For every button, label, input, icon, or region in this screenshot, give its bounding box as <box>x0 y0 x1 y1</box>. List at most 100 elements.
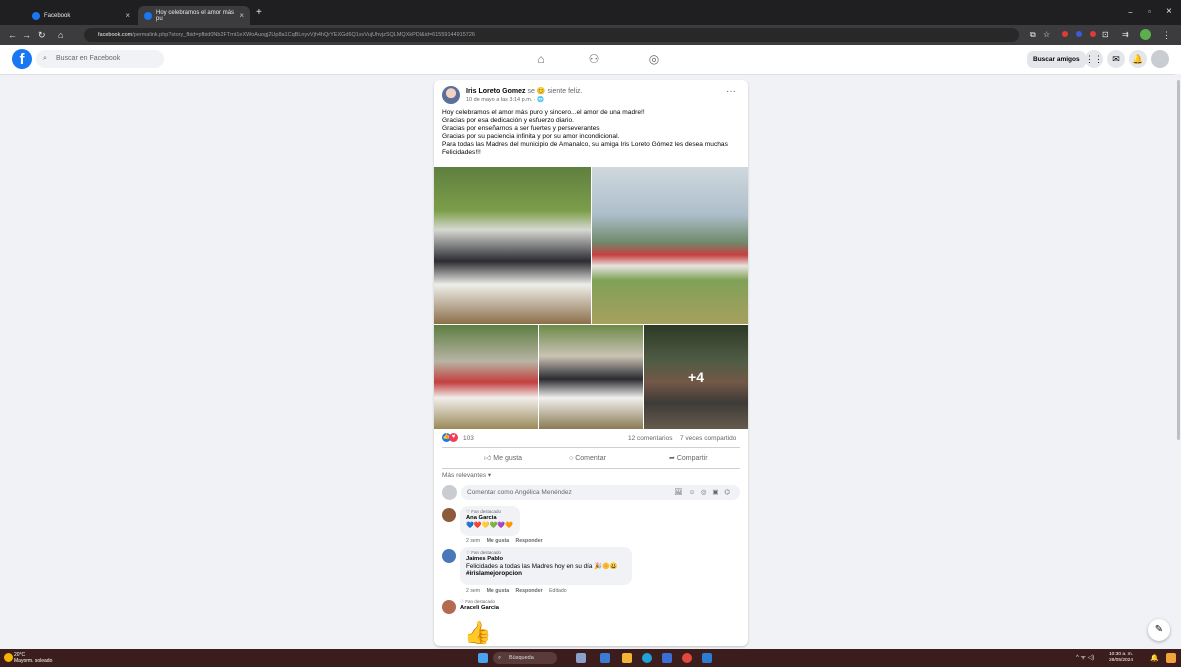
reaction-count[interactable]: 103 <box>463 435 474 442</box>
divider <box>442 447 740 448</box>
facebook-favicon-icon <box>32 11 40 20</box>
bookmark-star-icon[interactable]: ☆ <box>1043 29 1050 41</box>
browser-toolbar: ← → ↻ ⌂ facebook.com/permalink.php?story… <box>0 25 1181 45</box>
mail-icon[interactable] <box>702 653 712 663</box>
share-label: Compartir <box>676 455 708 462</box>
commenter-avatar[interactable] <box>442 508 456 522</box>
comment-input[interactable]: Comentar como Angélica Menéndez 🖼 ☺ ◎ ▣ … <box>461 485 740 500</box>
post-card: Iris Loreto Gomez se 😊 siente feliz. 10 … <box>434 80 748 646</box>
edge-browser-icon[interactable] <box>642 653 652 663</box>
chrome-browser-icon[interactable] <box>682 653 692 663</box>
extension-icon[interactable] <box>1062 31 1068 37</box>
reactions[interactable]: 👍♥ <box>442 433 458 442</box>
comment-reply-link[interactable]: Responder <box>516 588 543 594</box>
comment-button[interactable]: ○ Comentar <box>569 450 606 467</box>
minimize-button[interactable]: − <box>1128 8 1133 17</box>
post-photo-more[interactable]: +4 <box>644 325 748 429</box>
comment-hashtag[interactable]: #irislamejoropcion <box>466 570 626 577</box>
comment-like-link[interactable]: Me gusta <box>487 588 509 594</box>
comment-sort-dropdown[interactable]: Más relevantes ▾ <box>442 471 491 479</box>
notification-bell-icon[interactable]: 🔔 <box>1150 654 1159 662</box>
commenter-avatar[interactable] <box>442 600 456 614</box>
facebook-search-input[interactable]: ⌕ Buscar en Facebook <box>36 50 164 68</box>
shares-count[interactable]: 7 veces compartido <box>680 435 736 442</box>
post-photo[interactable] <box>539 325 643 429</box>
comment-bubble: ♡ Fan destacado Ana Garcia 💙❤️💛💚💜🧡 <box>460 506 520 536</box>
profile-avatar[interactable] <box>1140 29 1151 40</box>
widgets-icon[interactable] <box>576 653 586 663</box>
author-avatar[interactable] <box>442 86 460 104</box>
menu-dots-icon[interactable]: ⋮ <box>1162 29 1171 41</box>
address-bar[interactable]: facebook.com/permalink.php?story_fbid=pf… <box>84 28 1019 42</box>
comment-thumbs-up-sticker: 👍 <box>464 620 492 645</box>
comment-time[interactable]: 2 sem <box>466 588 480 594</box>
comment-bubble: ♡ Fan destacado Jaimes Pablo Felicidades… <box>460 547 632 585</box>
store-icon[interactable] <box>662 653 672 663</box>
system-tray[interactable]: ^ ᯤ ◁) <box>1076 653 1094 661</box>
facebook-header: f ⌕ Buscar en Facebook ⌂ ⚇ ◎ Buscar amig… <box>0 45 1181 75</box>
clock[interactable]: 10:30 a. m. 28/05/2024 <box>1109 652 1133 664</box>
forward-arrow-icon[interactable]: → <box>22 29 31 41</box>
media-control-icon[interactable]: ⇉ <box>1122 29 1129 41</box>
extension-icon[interactable] <box>1076 31 1082 37</box>
home-icon[interactable]: ⌂ <box>58 29 63 41</box>
copilot-icon[interactable] <box>1166 653 1176 663</box>
facebook-logo[interactable]: f <box>12 49 32 69</box>
comment-label: Comentar <box>575 455 606 462</box>
new-tab-button[interactable]: + <box>256 7 262 18</box>
extension-icon[interactable] <box>1090 31 1096 37</box>
post-options-button[interactable]: ··· <box>726 86 736 97</box>
comment-reply-link[interactable]: Responder <box>516 538 543 544</box>
post-feeling: se 😊 siente feliz. <box>527 88 583 95</box>
menu-grid-icon[interactable]: ⋮⋮ <box>1085 50 1103 68</box>
comment-placeholder: Comentar como Angélica Menéndez <box>467 489 572 496</box>
back-arrow-icon[interactable]: ← <box>8 29 17 41</box>
tab-post[interactable]: Hoy celebramos el amor más pu × <box>138 6 250 25</box>
home-icon[interactable]: ⌂ <box>531 50 551 68</box>
groups-icon[interactable]: ◎ <box>644 50 664 68</box>
post-text-line: Gracias por esa dedicación y esfuerzo di… <box>442 117 574 125</box>
find-friends-button[interactable]: Buscar amigos <box>1027 51 1086 68</box>
post-date[interactable]: 10 de mayo a las 3:14 p.m. · 🌐 <box>466 97 544 103</box>
comment-time[interactable]: 2 sem <box>466 538 480 544</box>
post-photo[interactable] <box>434 325 538 429</box>
friends-icon[interactable]: ⚇ <box>584 50 604 68</box>
commenter-avatar[interactable] <box>442 549 456 563</box>
comment-tools-icons[interactable]: 🖼 ☺ ◎ ▣ ⌬ <box>674 485 732 500</box>
scrollbar-thumb[interactable] <box>1177 80 1180 440</box>
url-domain: facebook.com <box>98 32 133 38</box>
account-avatar[interactable] <box>1151 50 1169 68</box>
windows-start-icon[interactable] <box>478 653 488 663</box>
task-view-icon[interactable] <box>600 653 610 663</box>
extensions-puzzle-icon[interactable]: ⊡ <box>1102 29 1109 41</box>
like-button[interactable]: 👍︎ Me gusta <box>484 450 522 467</box>
file-explorer-icon[interactable] <box>622 653 632 663</box>
weather-sun-icon[interactable] <box>4 653 13 662</box>
comment-like-link[interactable]: Me gusta <box>487 538 509 544</box>
reload-icon[interactable]: ↻ <box>38 29 46 41</box>
like-label: Me gusta <box>493 455 523 462</box>
maximize-button[interactable]: ▫ <box>1148 7 1151 16</box>
cast-icon[interactable]: ⧉ <box>1030 29 1036 41</box>
tab-facebook[interactable]: Facebook × <box>26 6 136 25</box>
comments-count[interactable]: 12 comentarios <box>628 435 672 442</box>
commenter-name[interactable]: Araceli Garcia <box>460 605 499 611</box>
taskbar-search[interactable]: ⌕ Búsqueda <box>493 652 557 664</box>
close-window-button[interactable]: × <box>1166 6 1172 17</box>
new-message-button[interactable]: ✎ <box>1148 619 1170 641</box>
share-button[interactable]: ➦ Compartir <box>669 450 708 467</box>
post-author[interactable]: Iris Loreto Gomez <box>466 88 526 95</box>
messenger-icon[interactable]: ✉ <box>1107 50 1125 68</box>
weather-widget[interactable]: 20°C Mayorm. soleado <box>14 652 52 664</box>
url-path: /permalink.php?story_fbid=pfbid0Nb2FTmt1… <box>132 32 475 38</box>
post-photo[interactable] <box>592 167 748 324</box>
comment-meta: 2 sem Me gusta Responder Editado <box>466 588 567 594</box>
post-photo[interactable] <box>434 167 591 324</box>
close-tab-icon[interactable]: × <box>239 11 244 20</box>
taskbar-search-label: Búsqueda <box>509 655 534 661</box>
comment-meta: 2 sem Me gusta Responder <box>466 538 543 544</box>
close-tab-icon[interactable]: × <box>125 11 130 20</box>
notifications-bell-icon[interactable]: 🔔 <box>1129 50 1147 68</box>
tab-title: Hoy celebramos el amor más pu <box>156 9 235 22</box>
search-placeholder: Buscar en Facebook <box>56 55 121 62</box>
